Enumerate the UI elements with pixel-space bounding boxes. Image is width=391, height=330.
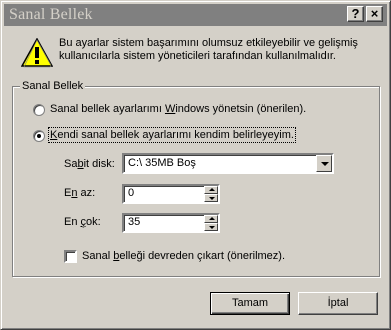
chevron-down-icon[interactable] xyxy=(316,155,332,172)
max-decrease-icon[interactable] xyxy=(204,223,218,231)
max-increase-icon[interactable] xyxy=(204,215,218,223)
disk-dropdown[interactable]: C:\ 35MB Boş xyxy=(122,153,334,174)
windows-managed-radio[interactable] xyxy=(33,104,45,116)
min-size-stepper[interactable]: 0 xyxy=(122,184,220,204)
title-bar[interactable]: Sanal Bellek ? × xyxy=(4,4,387,26)
help-button[interactable]: ? xyxy=(347,6,364,22)
custom-settings-radio[interactable] xyxy=(33,130,45,142)
windows-managed-label[interactable]: Sanal bellek ayarlarımı Windows yönetsin… xyxy=(50,103,306,115)
ok-button[interactable]: Tamam xyxy=(210,292,290,315)
close-button[interactable]: × xyxy=(366,6,383,22)
min-decrease-icon[interactable] xyxy=(204,194,218,202)
disk-dropdown-value: C:\ 35MB Boş xyxy=(128,157,196,169)
max-label: En çok: xyxy=(64,216,101,228)
max-size-stepper[interactable]: 35 xyxy=(122,213,220,233)
warning-icon xyxy=(21,38,53,68)
group-label: Sanal Bellek xyxy=(20,80,86,92)
max-size-value: 35 xyxy=(128,216,141,228)
min-increase-icon[interactable] xyxy=(204,186,218,194)
custom-settings-label[interactable]: Kendi sanal bellek ayarlarımı kendim bel… xyxy=(48,127,296,143)
disable-virtual-memory-checkbox[interactable] xyxy=(64,250,77,263)
cancel-button[interactable]: İptal xyxy=(298,292,378,315)
disk-label: Sabit disk: xyxy=(64,158,115,170)
min-size-value: 0 xyxy=(128,187,135,199)
min-label: En az: xyxy=(64,187,96,199)
warning-message: Bu ayarlar sistem başarımını olumsuz etk… xyxy=(59,37,358,62)
dialog-window: Sanal Bellek ? × Bu ayarlar sistem başar… xyxy=(0,0,391,330)
window-title: Sanal Bellek xyxy=(9,6,93,23)
disable-virtual-memory-label[interactable]: Sanal belleği devreden çıkart (önerilmez… xyxy=(82,250,285,262)
